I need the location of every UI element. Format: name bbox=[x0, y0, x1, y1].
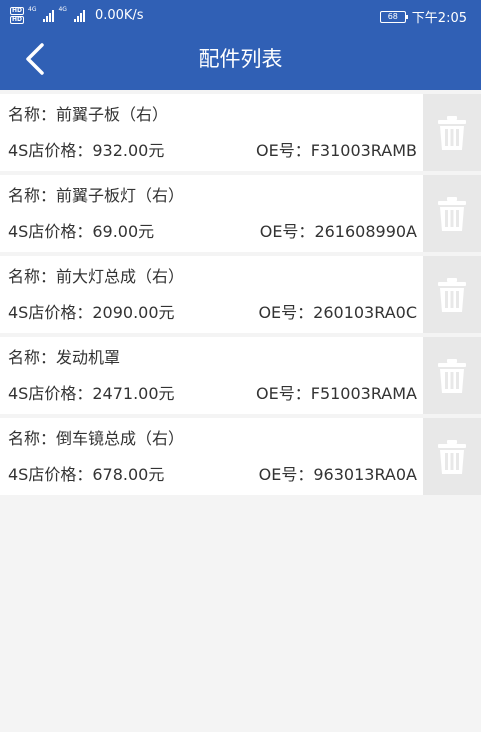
part-list-item[interactable]: 名称：前翼子板（右） 4S店价格：932.00元 OE号：F31003RAMB bbox=[0, 94, 481, 171]
part-name-label: 名称： bbox=[8, 267, 57, 286]
part-price: 4S店价格：2471.00元 bbox=[8, 383, 175, 405]
status-bar-right: 68 下午2:05 bbox=[379, 7, 467, 26]
part-price: 4S店价格：2090.00元 bbox=[8, 302, 175, 324]
part-list-item[interactable]: 名称：前翼子板灯（右） 4S店价格：69.00元 OE号：261608990A bbox=[0, 175, 481, 252]
page-title: 配件列表 bbox=[198, 47, 283, 71]
network-type-label: 4G bbox=[28, 6, 37, 13]
part-oe-value: 963013RA0A bbox=[313, 465, 417, 484]
part-price-label: 4S店价格： bbox=[8, 384, 93, 403]
part-name-value: 前翼子板（右） bbox=[56, 105, 169, 124]
part-oe-label: OE号： bbox=[256, 384, 311, 403]
part-name-value: 前翼子板灯（右） bbox=[56, 186, 185, 205]
part-name-label: 名称： bbox=[8, 186, 57, 205]
part-oe-number: OE号：261608990A bbox=[260, 221, 417, 243]
part-price: 4S店价格：932.00元 bbox=[8, 140, 164, 162]
trash-icon bbox=[438, 439, 466, 474]
part-list-item[interactable]: 名称：发动机罩 4S店价格：2471.00元 OE号：F51003RAMA bbox=[0, 337, 481, 414]
delete-button[interactable] bbox=[423, 94, 481, 171]
part-list-item[interactable]: 名称：倒车镜总成（右） 4S店价格：678.00元 OE号：963013RA0A bbox=[0, 418, 481, 495]
part-price-value: 2090.00元 bbox=[92, 303, 175, 322]
delete-button[interactable] bbox=[423, 256, 481, 333]
part-oe-label: OE号： bbox=[258, 303, 314, 322]
app-header: HD HD 4G 4G 0.00K/s 68 下午2:05 配件列表 bbox=[0, 0, 481, 90]
signal-icon bbox=[43, 9, 55, 22]
part-name: 名称：发动机罩 bbox=[8, 347, 120, 369]
part-price-label: 4S店价格： bbox=[8, 303, 93, 322]
part-price: 4S店价格：69.00元 bbox=[8, 221, 154, 243]
part-info[interactable]: 名称：发动机罩 4S店价格：2471.00元 OE号：F51003RAMA bbox=[0, 337, 423, 414]
part-price-value: 2471.00元 bbox=[92, 384, 175, 403]
part-price-value: 678.00元 bbox=[92, 465, 165, 484]
part-info[interactable]: 名称：倒车镜总成（右） 4S店价格：678.00元 OE号：963013RA0A bbox=[0, 418, 423, 495]
hd-badge: HD bbox=[10, 7, 25, 15]
part-oe-value: F51003RAMA bbox=[310, 384, 417, 403]
part-oe-number: OE号：260103RA0C bbox=[258, 302, 417, 324]
trash-icon bbox=[438, 115, 466, 150]
hd-badge: HD bbox=[10, 16, 25, 24]
part-oe-value: 260103RA0C bbox=[313, 303, 417, 322]
part-name-value: 前大灯总成（右） bbox=[56, 267, 185, 286]
part-name: 名称：前翼子板灯（右） bbox=[8, 185, 184, 207]
trash-icon bbox=[438, 196, 466, 231]
part-oe-label: OE号： bbox=[258, 465, 314, 484]
clock: 下午2:05 bbox=[411, 11, 467, 26]
part-name: 名称：倒车镜总成（右） bbox=[8, 428, 184, 450]
part-info[interactable]: 名称：前大灯总成（右） 4S店价格：2090.00元 OE号：260103RA0… bbox=[0, 256, 423, 333]
part-price-label: 4S店价格： bbox=[8, 141, 93, 160]
status-bar-left: HD HD 4G 4G 0.00K/s bbox=[10, 7, 144, 24]
status-bar: HD HD 4G 4G 0.00K/s 68 下午2:05 bbox=[0, 0, 481, 30]
part-price: 4S店价格：678.00元 bbox=[8, 464, 164, 486]
part-list-item[interactable]: 名称：前大灯总成（右） 4S店价格：2090.00元 OE号：260103RA0… bbox=[0, 256, 481, 333]
signal-icon bbox=[73, 9, 85, 22]
trash-icon bbox=[438, 358, 466, 393]
part-name: 名称：前大灯总成（右） bbox=[8, 266, 184, 288]
part-name-value: 倒车镜总成（右） bbox=[56, 429, 185, 448]
trash-icon bbox=[438, 277, 466, 312]
part-oe-label: OE号： bbox=[255, 141, 311, 160]
part-name-value: 发动机罩 bbox=[56, 348, 121, 367]
hd-badges: HD HD bbox=[10, 7, 25, 24]
delete-button[interactable] bbox=[423, 337, 481, 414]
part-oe-number: OE号：963013RA0A bbox=[259, 464, 417, 486]
delete-button[interactable] bbox=[423, 175, 481, 252]
battery-icon: 68 bbox=[379, 10, 408, 23]
part-price-label: 4S店价格： bbox=[8, 465, 93, 484]
part-price-label: 4S店价格： bbox=[8, 222, 93, 241]
network-type-label: 4G bbox=[58, 6, 67, 13]
part-name-label: 名称： bbox=[8, 105, 57, 124]
part-oe-value: 261608990A bbox=[314, 222, 417, 241]
part-info[interactable]: 名称：前翼子板灯（右） 4S店价格：69.00元 OE号：261608990A bbox=[0, 175, 423, 252]
network-speed: 0.00K/s bbox=[94, 8, 144, 23]
part-oe-number: OE号：F31003RAMB bbox=[256, 140, 417, 162]
part-oe-value: F31003RAMB bbox=[310, 141, 417, 160]
part-name-label: 名称： bbox=[8, 429, 57, 448]
delete-button[interactable] bbox=[423, 418, 481, 495]
part-oe-label: OE号： bbox=[259, 222, 315, 241]
part-name: 名称：前翼子板（右） bbox=[8, 104, 168, 126]
part-oe-number: OE号：F51003RAMA bbox=[256, 383, 417, 405]
part-info[interactable]: 名称：前翼子板（右） 4S店价格：932.00元 OE号：F31003RAMB bbox=[0, 94, 423, 171]
part-price-value: 932.00元 bbox=[92, 141, 165, 160]
parts-list: 名称：前翼子板（右） 4S店价格：932.00元 OE号：F31003RAMB … bbox=[0, 94, 481, 499]
part-name-label: 名称： bbox=[8, 348, 57, 367]
part-price-value: 69.00元 bbox=[92, 222, 155, 241]
